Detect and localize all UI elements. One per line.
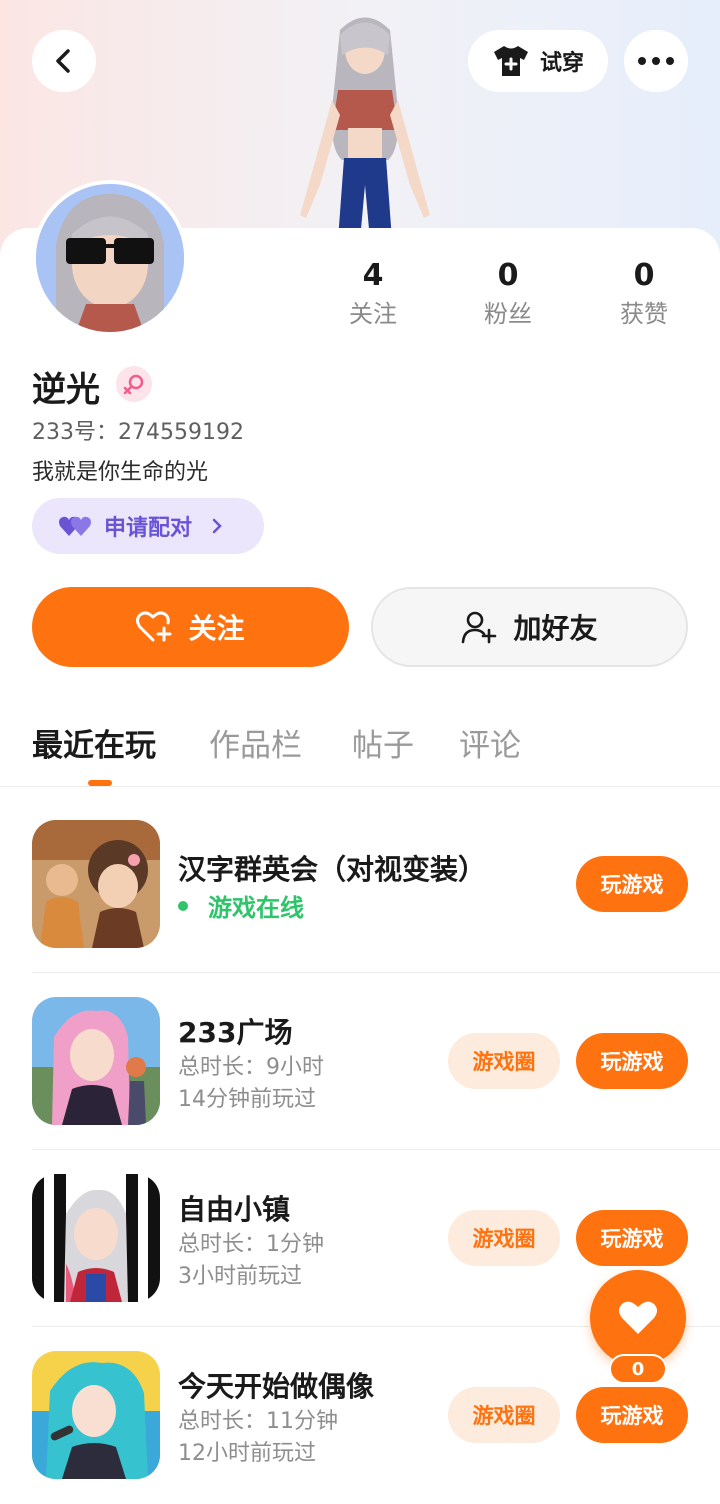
- profile-name: 逆光: [32, 370, 100, 410]
- likes-label: 获赞: [620, 300, 668, 328]
- avatar-image: [36, 184, 184, 332]
- online-status: 游戏在线: [178, 888, 304, 923]
- tab-posts[interactable]: 帖子: [352, 720, 414, 765]
- game-title: 今天开始做偶像: [178, 1370, 375, 1403]
- female-gender-icon: [116, 366, 152, 402]
- last-played: 12小时前玩过: [178, 1441, 316, 1466]
- chevron-left-icon: [56, 49, 70, 73]
- stat-fans[interactable]: 0 粉丝: [453, 258, 563, 332]
- play-game-button[interactable]: 玩游戏: [576, 1033, 688, 1089]
- game-title: 汉字群英会（对视变装）: [178, 853, 487, 886]
- back-button[interactable]: [32, 30, 96, 92]
- add-friend-button[interactable]: 加好友: [371, 587, 688, 667]
- game-title: 自由小镇: [178, 1193, 291, 1226]
- last-played: 14分钟前玩过: [178, 1087, 316, 1112]
- user-plus-icon: [462, 611, 497, 644]
- fans-label: 粉丝: [484, 300, 532, 328]
- game-circle-button[interactable]: 游戏圈: [448, 1387, 560, 1443]
- following-count: 4: [362, 258, 384, 293]
- apply-pair-label: 申请配对: [104, 516, 193, 541]
- heart-plus-icon: [136, 611, 172, 642]
- play-duration: 总时长：11分钟: [178, 1409, 338, 1434]
- more-options-button[interactable]: [624, 30, 688, 92]
- play-duration: 总时长：9小时: [178, 1055, 324, 1080]
- tab-recently-played[interactable]: 最近在玩: [32, 720, 156, 765]
- last-played: 3小时前玩过: [178, 1264, 302, 1289]
- play-duration: 总时长：1分钟: [178, 1232, 324, 1257]
- online-dot-icon: [178, 900, 188, 911]
- try-on-label: 试穿: [539, 51, 584, 76]
- more-dots-icon: [638, 57, 674, 65]
- fans-count: 0: [497, 258, 519, 293]
- stat-following[interactable]: 4 关注: [318, 258, 428, 332]
- like-count: 0: [609, 1354, 667, 1384]
- likes-count: 0: [633, 258, 655, 293]
- try-on-button[interactable]: 试穿: [468, 30, 608, 92]
- stat-likes[interactable]: 0 获赞: [589, 258, 699, 332]
- play-game-button[interactable]: 玩游戏: [576, 856, 688, 912]
- follow-button[interactable]: 关注: [32, 587, 349, 667]
- following-label: 关注: [349, 300, 397, 328]
- game-thumbnail: [32, 1174, 160, 1302]
- apply-pair-button[interactable]: 申请配对: [32, 498, 264, 554]
- avatar[interactable]: [32, 180, 188, 336]
- game-thumbnail: [32, 997, 160, 1125]
- game-item[interactable]: 233广场 总时长：9小时 14分钟前玩过 游戏圈 玩游戏: [0, 973, 720, 1150]
- heart-icon: [619, 1301, 657, 1334]
- game-item[interactable]: 汉字群英会（对视变装） 游戏在线 玩游戏: [0, 796, 720, 973]
- game-thumbnail: [32, 1351, 160, 1479]
- shirt-plus-icon: [493, 46, 528, 76]
- double-heart-icon: [59, 516, 91, 536]
- game-circle-button[interactable]: 游戏圈: [448, 1210, 560, 1266]
- like-button[interactable]: [590, 1270, 686, 1366]
- game-title: 233广场: [178, 1016, 293, 1049]
- play-game-button[interactable]: 玩游戏: [576, 1210, 688, 1266]
- tab-comments[interactable]: 评论: [459, 720, 521, 765]
- avatar-3d-figure: [300, 17, 430, 240]
- add-friend-label: 加好友: [513, 612, 598, 645]
- online-status-label: 游戏在线: [208, 894, 304, 922]
- game-circle-button[interactable]: 游戏圈: [448, 1033, 560, 1089]
- bio: 我就是你生命的光: [32, 460, 209, 485]
- follow-label: 关注: [188, 612, 245, 645]
- game-thumbnail: [32, 820, 160, 948]
- user-id: 233号：274559192: [32, 420, 244, 445]
- play-game-button[interactable]: 玩游戏: [576, 1387, 688, 1443]
- tab-works[interactable]: 作品栏: [209, 720, 302, 765]
- tabs-divider: [0, 786, 720, 787]
- chevron-right-icon: [212, 518, 222, 534]
